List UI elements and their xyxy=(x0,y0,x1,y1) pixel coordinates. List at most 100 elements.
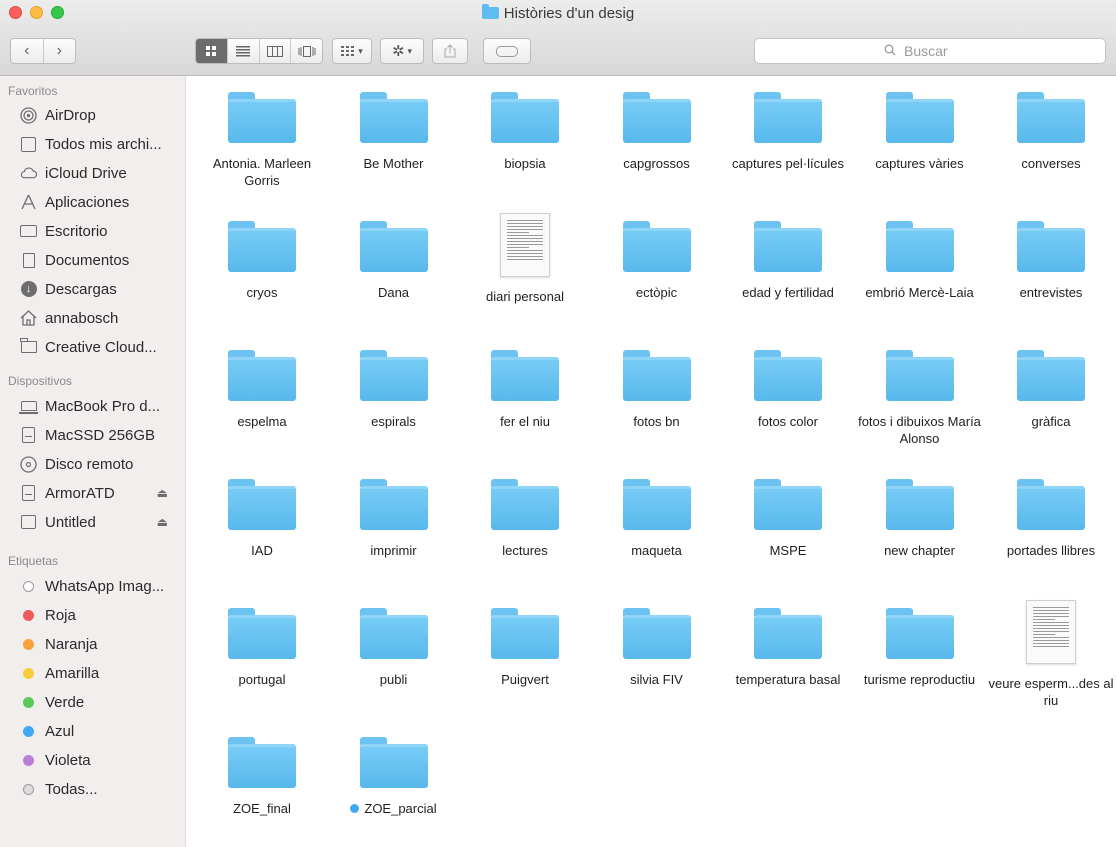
folder-item[interactable]: Be Mother xyxy=(329,77,459,172)
folder-icon xyxy=(754,92,822,143)
folder-item[interactable]: publi xyxy=(329,593,459,688)
document-item[interactable]: veure esperm...des al riu xyxy=(986,593,1116,709)
folder-icon xyxy=(228,608,296,659)
search-input[interactable] xyxy=(902,42,976,60)
folder-item[interactable]: portades llibres xyxy=(986,464,1116,559)
file-name-label: embrió Mercè-Laia xyxy=(855,284,985,301)
sidebar-item-macssd[interactable]: MacSSD 256GB xyxy=(20,421,180,449)
folder-item[interactable]: maqueta xyxy=(592,464,722,559)
folder-icon xyxy=(885,479,954,530)
sidebar-item-icloud-drive[interactable]: iCloud Drive xyxy=(20,159,180,187)
file-name-text: edad y fertilidad xyxy=(742,285,834,300)
coverflow-view-button[interactable] xyxy=(291,39,322,63)
tag-dot-icon xyxy=(20,665,37,682)
sidebar-tag-purple[interactable]: Violeta xyxy=(20,746,180,774)
folder-item[interactable]: ectòpic xyxy=(592,206,722,301)
folder-item[interactable]: ZOE_parcial xyxy=(329,722,459,817)
folder-item[interactable]: capgrossos xyxy=(592,77,722,172)
forward-button[interactable]: › xyxy=(44,39,76,63)
sidebar-item-applications[interactable]: Aplicaciones xyxy=(20,188,180,216)
folder-icon xyxy=(491,608,559,659)
sidebar-item-label: iCloud Drive xyxy=(45,164,127,182)
folder-item[interactable]: captures vàries xyxy=(855,77,985,172)
file-name-text: publi xyxy=(379,672,408,687)
folder-item[interactable]: converses xyxy=(986,77,1116,172)
document-item[interactable]: diari personal xyxy=(460,206,590,305)
file-name-text: embrió Mercè-Laia xyxy=(865,285,974,300)
folder-item[interactable]: silvia FIV xyxy=(592,593,722,688)
file-name-label: veure esperm...des al riu xyxy=(986,675,1116,709)
folder-item[interactable]: gràfica xyxy=(986,335,1116,430)
sidebar-tag-whatsapp[interactable]: WhatsApp Imag... xyxy=(20,572,180,600)
sidebar-tag-red[interactable]: Roja xyxy=(20,601,180,629)
folder-item[interactable]: fotos i dibuixos María Alonso xyxy=(855,335,985,447)
folder-item[interactable]: Puigvert xyxy=(460,593,590,688)
sidebar-section-devices: Dispositivos xyxy=(8,374,73,388)
folder-item[interactable]: Antonia. Marleen Gorris xyxy=(197,77,327,189)
sidebar-section-favorites: Favoritos xyxy=(8,84,58,98)
folder-item[interactable]: temperatura basal xyxy=(723,593,853,688)
folder-item[interactable]: ZOE_final xyxy=(197,722,327,817)
file-name-label: edad y fertilidad xyxy=(723,284,853,301)
action-menu-button[interactable]: ✲ ▾ xyxy=(380,38,424,64)
sidebar-item-desktop[interactable]: Escritorio xyxy=(20,217,180,245)
folder-item[interactable]: lectures xyxy=(460,464,590,559)
file-name-text: Be Mother xyxy=(363,156,424,171)
folder-item[interactable]: fer el niu xyxy=(460,335,590,430)
folder-icon xyxy=(228,92,296,143)
folder-item[interactable]: captures pel·lícules xyxy=(723,77,853,172)
folder-item[interactable]: cryos xyxy=(197,206,327,301)
folder-item[interactable]: portugal xyxy=(197,593,327,688)
sidebar-item-all-files[interactable]: Todos mis archi... xyxy=(20,130,180,158)
folder-item[interactable]: biopsia xyxy=(460,77,590,172)
share-button[interactable] xyxy=(432,38,468,64)
icon-view-button[interactable] xyxy=(196,39,228,63)
folder-item[interactable]: fotos bn xyxy=(592,335,722,430)
sidebar-tag-green[interactable]: Verde xyxy=(20,688,180,716)
folder-item[interactable]: espirals xyxy=(329,335,459,430)
sidebar-item-remote-disc[interactable]: Disco remoto xyxy=(20,450,180,478)
folder-item[interactable]: IAD xyxy=(197,464,327,559)
sidebar-item-label: Disco remoto xyxy=(45,455,134,473)
sidebar-item-airdrop[interactable]: AirDrop xyxy=(20,101,180,129)
eject-icon[interactable]: ⏏ xyxy=(157,486,168,500)
folder-item[interactable]: entrevistes xyxy=(986,206,1116,301)
folder-item[interactable]: embrió Mercè-Laia xyxy=(855,206,985,301)
arrange-button[interactable]: ▾ xyxy=(332,38,372,64)
column-view-button[interactable] xyxy=(260,39,292,63)
sidebar-item-label: Violeta xyxy=(45,751,91,769)
folder-item[interactable]: MSPE xyxy=(723,464,853,559)
sidebar-item-armoratd[interactable]: ArmorATD ⏏ xyxy=(20,479,180,507)
folder-icon xyxy=(228,479,296,530)
folder-item[interactable]: new chapter xyxy=(855,464,985,559)
sidebar-item-downloads[interactable]: ↓ Descargas xyxy=(20,275,180,303)
eject-icon[interactable]: ⏏ xyxy=(157,515,168,529)
sidebar-item-creative-cloud[interactable]: Creative Cloud... xyxy=(19,333,180,361)
folder-icon xyxy=(359,92,428,143)
folder-item[interactable]: fotos color xyxy=(723,335,853,430)
folder-icon xyxy=(622,92,691,143)
sidebar-tag-yellow[interactable]: Amarilla xyxy=(20,659,180,687)
edit-tags-button[interactable] xyxy=(483,38,531,64)
documents-icon xyxy=(20,252,37,269)
sidebar-item-untitled[interactable]: Untitled ⏏ xyxy=(20,508,180,536)
file-name-label: publi xyxy=(329,671,459,688)
folder-item[interactable]: imprimir xyxy=(329,464,459,559)
folder-item[interactable]: turisme reproductiu xyxy=(855,593,985,688)
sidebar-item-macbook-pro[interactable]: MacBook Pro d... xyxy=(18,392,180,420)
sidebar-item-documents[interactable]: Documentos xyxy=(20,246,180,274)
file-name-label: new chapter xyxy=(855,542,985,559)
folder-item[interactable]: espelma xyxy=(197,335,327,430)
file-name-label: diari personal xyxy=(460,288,590,305)
file-name-text: Puigvert xyxy=(501,672,549,687)
sidebar-tag-blue[interactable]: Azul xyxy=(20,717,180,745)
folder-icon xyxy=(491,479,559,530)
sidebar-tag-all[interactable]: Todas... xyxy=(20,775,180,803)
search-field[interactable] xyxy=(754,38,1106,64)
sidebar-item-home[interactable]: annabosch xyxy=(20,304,180,332)
sidebar-tag-orange[interactable]: Naranja xyxy=(20,630,180,658)
back-button[interactable]: ‹ xyxy=(11,39,44,63)
folder-item[interactable]: Dana xyxy=(329,206,459,301)
folder-item[interactable]: edad y fertilidad xyxy=(723,206,853,301)
list-view-button[interactable] xyxy=(228,39,260,63)
